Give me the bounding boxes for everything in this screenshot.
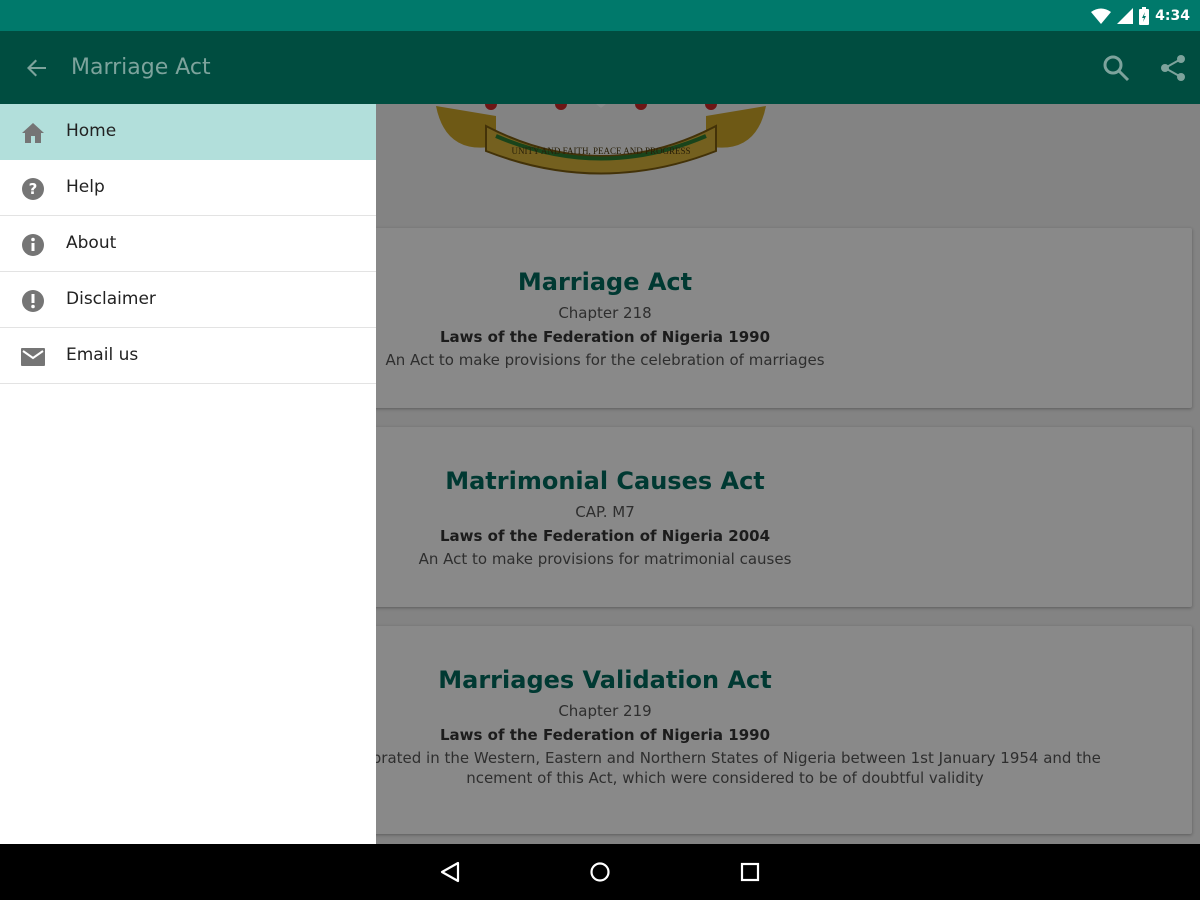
drawer-item-label: About — [66, 233, 117, 253]
back-button[interactable] — [22, 53, 52, 83]
help-icon: ? — [21, 177, 45, 201]
drawer-item-label: Help — [66, 177, 105, 197]
status-time: 4:34 — [1155, 8, 1190, 24]
status-bar: 4:34 — [0, 0, 1200, 31]
nav-home-button[interactable] — [586, 858, 614, 886]
drawer-item-home[interactable]: Home — [0, 104, 376, 160]
navigation-drawer: Home ? Help About Disclaimer Email us — [0, 104, 376, 844]
status-icons: 4:34 — [1091, 6, 1190, 26]
share-button[interactable] — [1157, 52, 1189, 84]
search-button[interactable] — [1100, 52, 1132, 84]
circle-home-icon — [590, 862, 610, 882]
alert-icon — [21, 289, 45, 313]
arrow-back-icon — [27, 59, 46, 77]
search-icon — [1103, 55, 1130, 82]
nav-back-button[interactable] — [436, 858, 464, 886]
app-title: Marriage Act — [71, 55, 211, 80]
drawer-item-disclaimer[interactable]: Disclaimer — [0, 272, 376, 328]
signal-icon — [1117, 8, 1134, 24]
info-icon — [21, 233, 45, 257]
drawer-item-label: Home — [66, 121, 117, 141]
share-icon — [1161, 55, 1185, 81]
drawer-item-label: Email us — [66, 345, 139, 365]
app-bar: Marriage Act — [0, 31, 1200, 104]
battery-icon — [1139, 7, 1150, 25]
home-icon — [21, 121, 45, 145]
nav-recents-button[interactable] — [736, 858, 764, 886]
drawer-item-help[interactable]: ? Help — [0, 160, 376, 216]
svg-text:?: ? — [29, 180, 38, 198]
drawer-item-about[interactable]: About — [0, 216, 376, 272]
drawer-item-email-us[interactable]: Email us — [0, 328, 376, 384]
system-nav-bar — [0, 844, 1200, 900]
triangle-back-icon — [440, 861, 460, 883]
wifi-icon — [1091, 8, 1112, 24]
drawer-item-label: Disclaimer — [66, 289, 156, 309]
email-icon — [21, 345, 45, 369]
square-recents-icon — [740, 862, 760, 882]
